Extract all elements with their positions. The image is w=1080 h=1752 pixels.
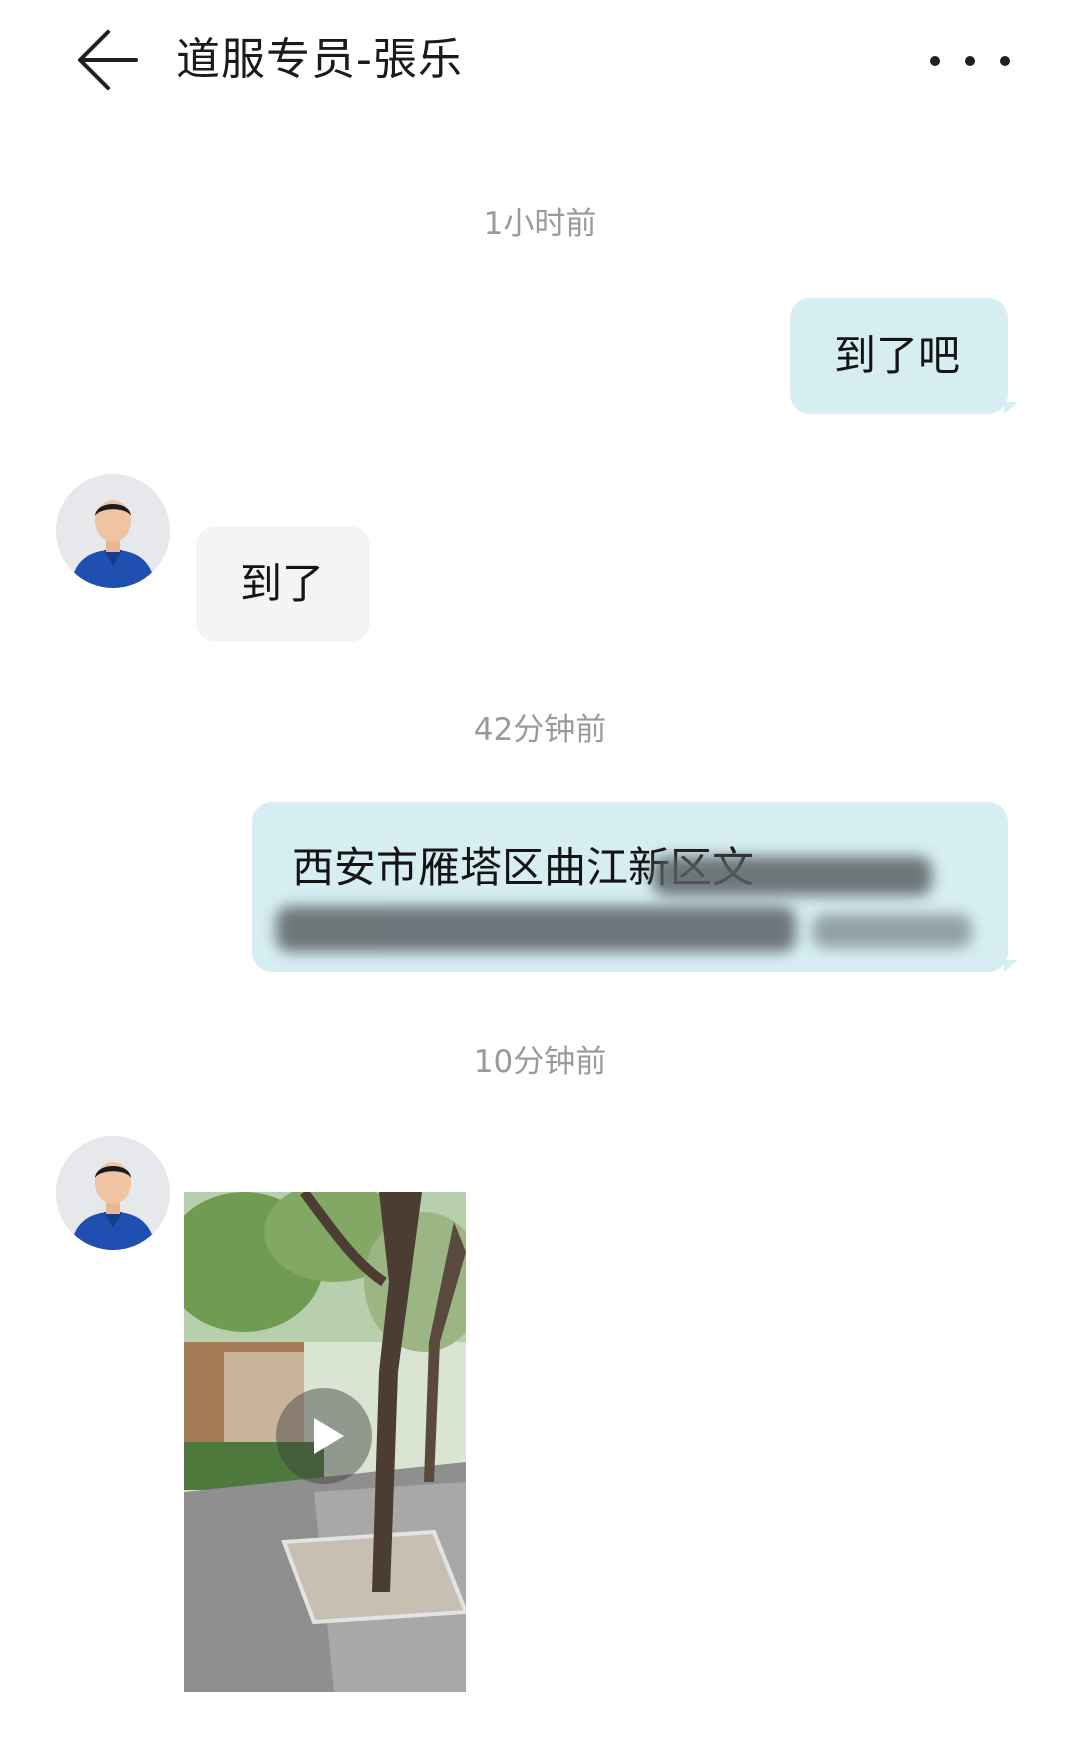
bubble-tail [1004, 402, 1018, 414]
message-text: 到了 [240, 559, 325, 608]
chat-title: 道服专员-張乐 [176, 34, 463, 85]
more-horizontal-icon [930, 56, 940, 66]
contact-avatar[interactable] [56, 1136, 170, 1250]
sent-address-bubble[interactable]: 西安市雁塔区曲江新区文 [252, 802, 1008, 972]
message-timestamp: 1小时前 [483, 206, 597, 242]
chat-header: 道服专员-張乐 [0, 0, 1080, 130]
contact-avatar[interactable] [56, 474, 170, 588]
message-timestamp: 10分钟前 [473, 1044, 607, 1080]
avatar-photo-icon [56, 474, 170, 588]
redacted-text [652, 856, 932, 896]
sent-message-bubble[interactable]: 到了吧 [790, 298, 1008, 414]
bubble-tail [1004, 960, 1018, 972]
video-message[interactable] [184, 1192, 466, 1692]
redacted-text [812, 914, 972, 948]
more-dot [965, 56, 975, 66]
back-button[interactable] [70, 24, 150, 104]
play-icon[interactable] [276, 1388, 372, 1484]
message-timestamp: 42分钟前 [473, 712, 607, 748]
message-text: 到了吧 [834, 331, 961, 380]
received-message-bubble[interactable]: 到了 [196, 526, 370, 642]
chat-screen: 道服专员-張乐 1小时前 到了吧 到了 42分钟前 西安市雁塔区曲江新区文 10… [0, 0, 1080, 1752]
arrow-left-icon [78, 30, 138, 90]
redacted-text [276, 906, 796, 952]
avatar-photo-icon [56, 1136, 170, 1250]
more-button[interactable] [930, 36, 1010, 86]
more-dot [1000, 56, 1010, 66]
